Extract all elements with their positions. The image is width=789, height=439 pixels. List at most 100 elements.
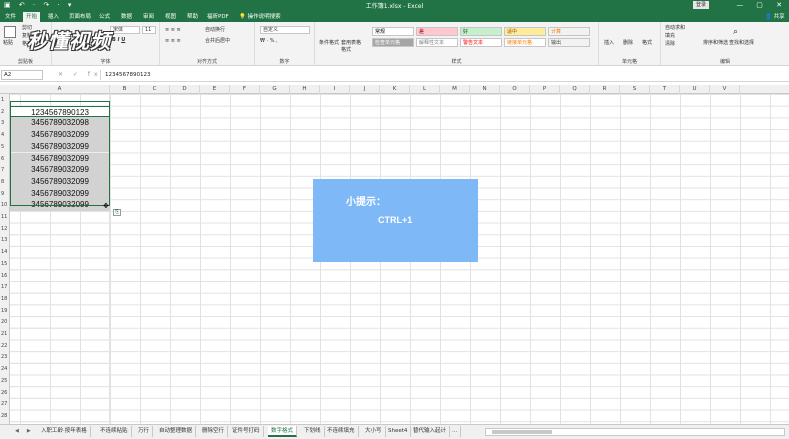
conditional-format-button[interactable]: 条件格式 [319,40,339,47]
paste-label[interactable]: 粘贴 [3,40,13,47]
sheet-tab-8[interactable]: 不连续填充 [324,426,359,437]
column-header-b[interactable]: B [110,85,140,94]
autosum-button[interactable]: 自动求和 [665,25,685,32]
sheet-tab-6[interactable]: 数字格式 [268,426,298,437]
row-header-9[interactable]: 9 [0,191,10,197]
cell-style-8[interactable]: 链接单元格 [504,38,546,47]
column-header-h[interactable]: H [290,85,320,94]
row-header-25[interactable]: 25 [0,378,10,384]
formula-icons[interactable]: ✕ ✓ fx [58,71,102,78]
column-header-c[interactable]: C [140,85,170,94]
column-header-j[interactable]: J [350,85,380,94]
row-header-4[interactable]: 4 [0,132,10,138]
tab-help[interactable]: 帮助 [184,12,201,22]
row-header-19[interactable]: 19 [0,308,10,314]
cell-style-0[interactable]: 常规 [372,27,414,36]
clear-button[interactable]: 清除 [665,41,675,48]
tab-formulas[interactable]: 公式 [96,12,113,22]
share-button[interactable]: 👤 共享 [765,12,785,22]
sheet-tab-5[interactable]: 证件号打码 [229,426,264,437]
tab-foxit-pdf[interactable]: 福昕PDF [204,12,232,22]
tab-insert[interactable]: 插入 [45,12,62,22]
column-header-g[interactable]: G [260,85,290,94]
formula-input[interactable]: 1234567890123 [100,70,786,80]
column-header-v[interactable]: V [710,85,740,94]
row-header-22[interactable]: 22 [0,343,10,349]
column-header-l[interactable]: L [410,85,440,94]
sheet-tab-7[interactable]: 下划线 [301,426,325,437]
sort-filter-button[interactable]: 排序和筛选 [703,40,728,47]
sheet-tab-3[interactable]: 自动整理数据 [156,426,197,437]
tab-file[interactable]: 文件 [2,12,19,22]
row-header-12[interactable]: 12 [0,226,10,232]
row-header-24[interactable]: 24 [0,366,10,372]
row-header-3[interactable]: 3 [0,120,10,126]
column-header-d[interactable]: D [170,85,200,94]
column-header-e[interactable]: E [200,85,230,94]
cell-style-3[interactable]: 适中 [504,27,546,36]
scrollbar-thumb[interactable] [492,430,552,434]
sheet-tab-11[interactable]: 替代输入起计 [410,426,451,437]
cell-style-9[interactable]: 输出 [548,38,590,47]
row-header-26[interactable]: 26 [0,390,10,396]
row-header-14[interactable]: 14 [0,249,10,255]
row-header-21[interactable]: 21 [0,331,10,337]
row-header-18[interactable]: 18 [0,296,10,302]
tab-data[interactable]: 数据 [118,12,135,22]
maximize-icon[interactable]: ▢ [750,0,770,11]
column-header-t[interactable]: T [650,85,680,94]
sheet-tab-9[interactable]: 大小写 [362,426,386,437]
signin-button[interactable]: 登录 [693,1,710,9]
row-header-5[interactable]: 5 [0,144,10,150]
row-header-16[interactable]: 16 [0,273,10,279]
close-icon[interactable]: ✕ [769,0,789,11]
column-header-p[interactable]: P [530,85,560,94]
row-header-8[interactable]: 8 [0,179,10,185]
cell-style-4[interactable]: 计算 [548,27,590,36]
row-header-7[interactable]: 7 [0,167,10,173]
row-header-10[interactable]: 10 [0,202,10,208]
cell-style-1[interactable]: 差 [416,27,458,36]
font-family-select[interactable]: 宋体 [110,26,140,34]
tab-home[interactable]: 开始 [23,12,41,22]
align-top-icon[interactable]: ≡ ≡ ≡ [165,27,181,34]
quick-analysis-icon[interactable]: ⎘ [113,209,121,216]
row-header-2[interactable]: 2 [0,109,10,115]
row-header-20[interactable]: 20 [0,319,10,325]
cell-style-2[interactable]: 好 [460,27,502,36]
minimize-icon[interactable]: — [730,0,750,11]
search-icon[interactable]: ⌕ [733,28,738,37]
name-box[interactable]: A2 [1,70,43,80]
column-header-u[interactable]: U [680,85,710,94]
delete-cells-button[interactable]: 删除 [623,40,633,47]
cell-style-5[interactable]: 检查单元格 [372,38,414,47]
merge-center-button[interactable]: 合并后居中 [205,38,230,45]
paste-icon[interactable] [4,26,16,38]
sheet-tab-1[interactable]: 不连续粘贴 [97,426,132,437]
wrap-text-button[interactable]: 自动换行 [205,27,225,34]
fill-button[interactable]: 填充 [665,33,675,40]
row-header-1[interactable]: 1 [0,97,10,103]
bold-button[interactable]: B I U [112,37,125,44]
tab-view[interactable]: 视图 [162,12,179,22]
number-format-select[interactable]: 自定义 [260,26,310,34]
sheet-nav-arrows[interactable]: ◀▶ [15,428,39,434]
row-header-28[interactable]: 28 [0,413,10,419]
row-header-27[interactable]: 27 [0,401,10,407]
column-header-q[interactable]: Q [560,85,590,94]
sheet-tab-10[interactable]: Sheet4 [385,426,412,437]
sheet-tab-0[interactable]: 入职工龄·按年表格 [38,426,91,437]
column-header-n[interactable]: N [470,85,500,94]
column-header-s[interactable]: S [620,85,650,94]
column-header-o[interactable]: O [500,85,530,94]
column-header-r[interactable]: R [590,85,620,94]
insert-cells-button[interactable]: 插入 [604,40,614,47]
percent-icon[interactable]: ₩ · % , [260,38,278,45]
horizontal-scrollbar[interactable] [485,428,785,436]
tab-page-layout[interactable]: 页面布局 [66,12,94,22]
align-left-icon[interactable]: ≡ ≡ ≡ [165,38,181,45]
column-header-f[interactable]: F [230,85,260,94]
cell-style-7[interactable]: 警告文本 [460,38,502,47]
row-header-13[interactable]: 13 [0,237,10,243]
column-header-a[interactable]: A [10,85,110,94]
